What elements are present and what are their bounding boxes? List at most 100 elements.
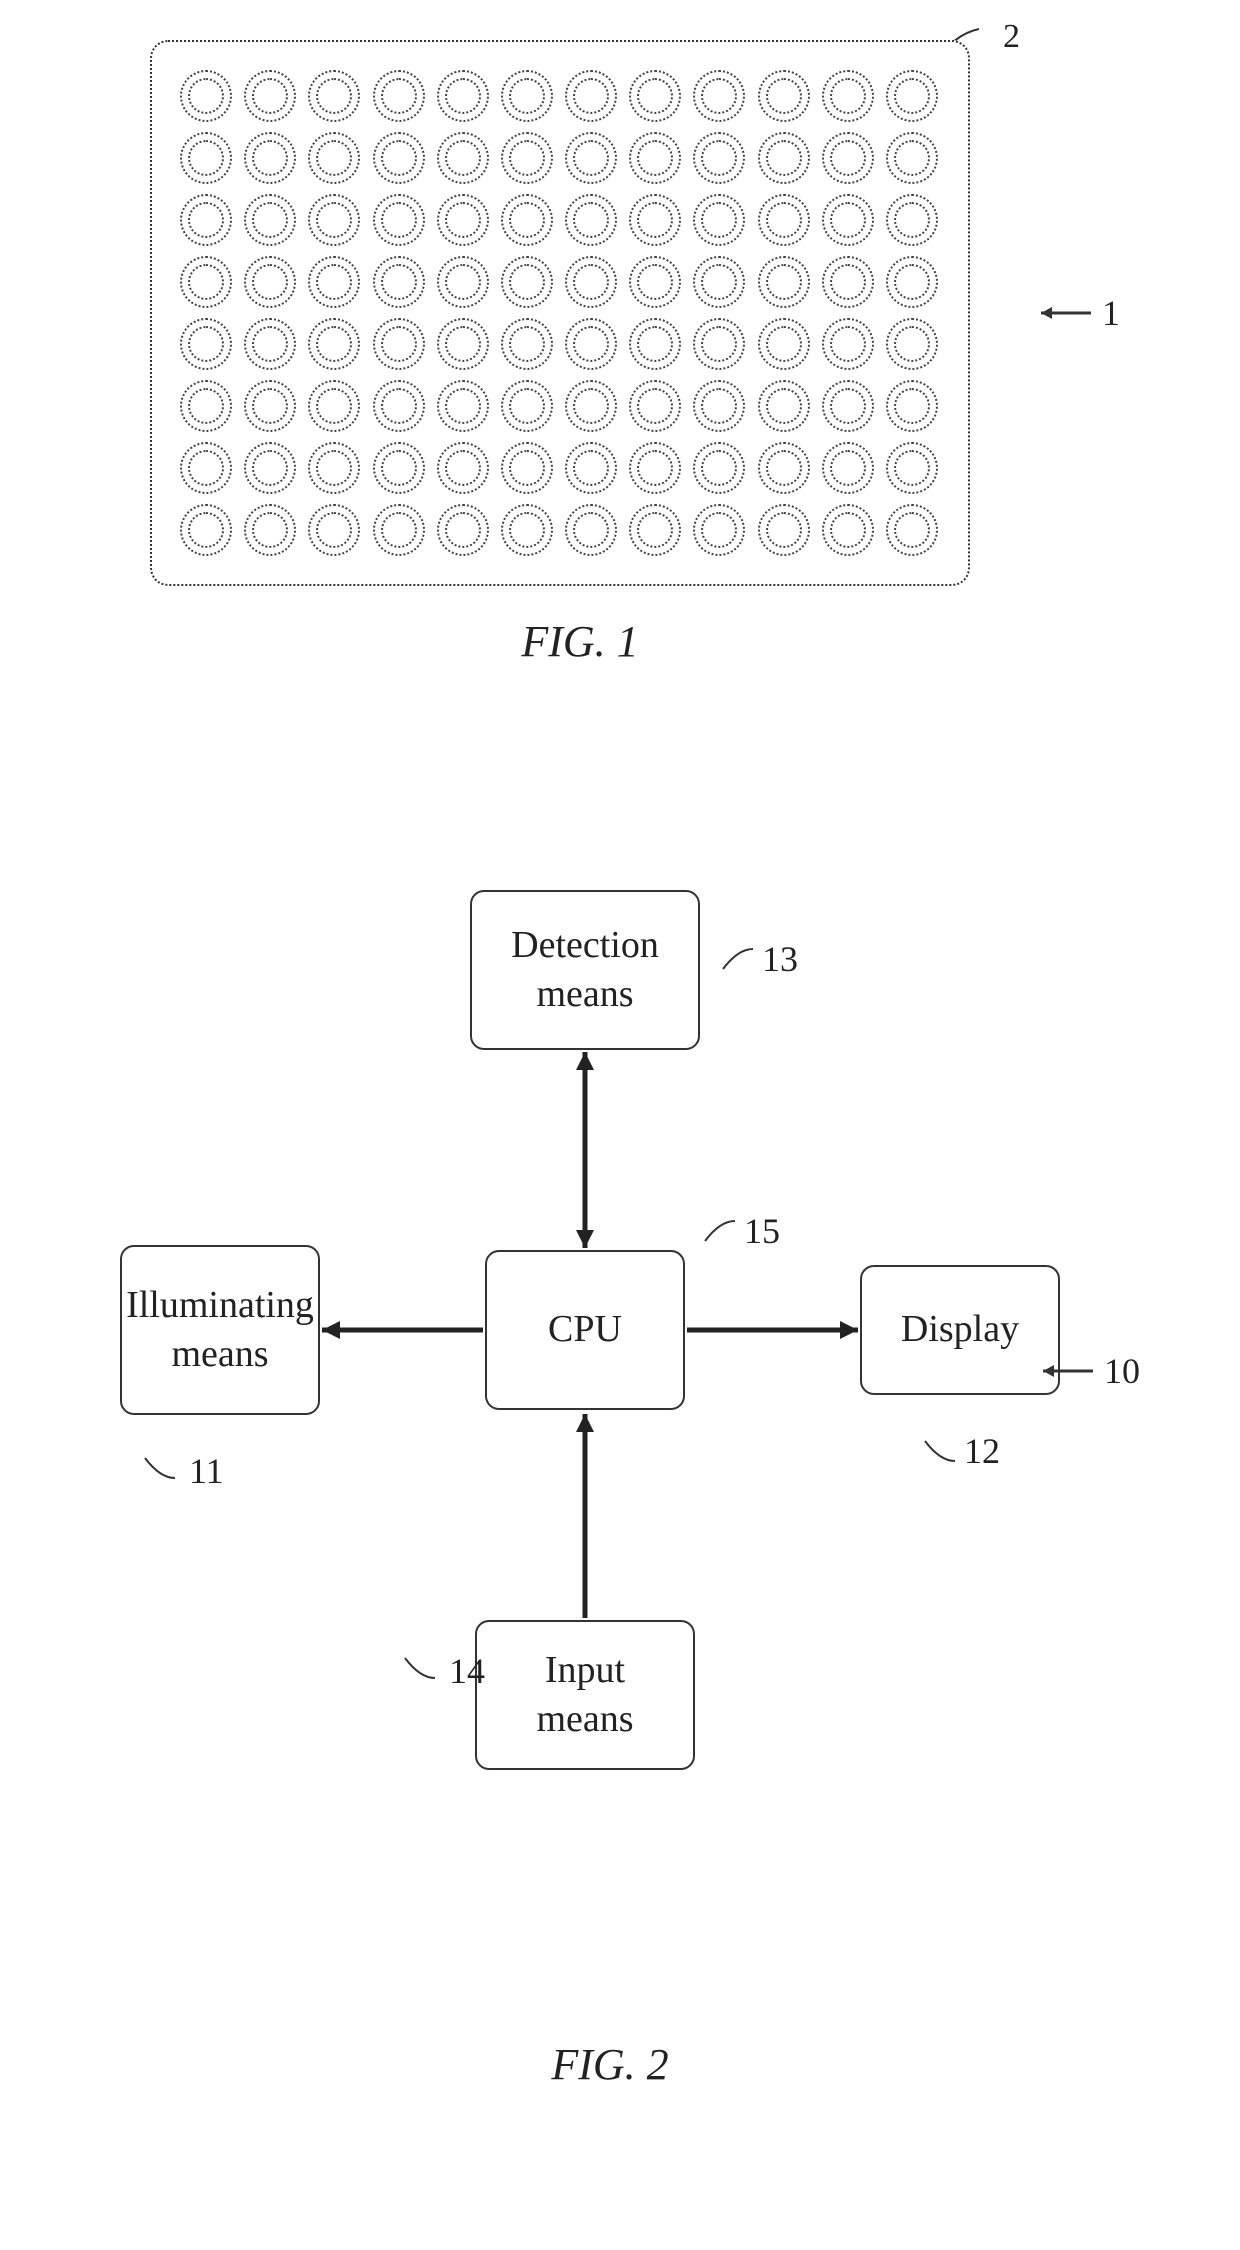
well-41 [501,256,553,308]
well-25 [244,194,296,246]
well-80 [693,442,745,494]
wells-grid [180,70,940,556]
well-65 [501,380,553,432]
well-14 [308,132,360,184]
well-49 [244,318,296,370]
well-11 [886,70,938,122]
well-19 [629,132,681,184]
well-3 [373,70,425,122]
well-82 [822,442,874,494]
well-81 [758,442,810,494]
well-55 [629,318,681,370]
fig1-caption: FIG. 1 [521,616,638,667]
well-6 [565,70,617,122]
well-61 [244,380,296,432]
well-79 [629,442,681,494]
well-53 [501,318,553,370]
ref-label-10: 10 [1104,1350,1140,1392]
box-input: Inputmeans [475,1620,695,1770]
well-62 [308,380,360,432]
well-87 [373,504,425,556]
well-48 [180,318,232,370]
well-24 [180,194,232,246]
well-35 [886,194,938,246]
well-52 [437,318,489,370]
well-47 [886,256,938,308]
box-illuminating: Illuminatingmeans [120,1245,320,1415]
well-4 [437,70,489,122]
ref-15: 15 [700,1210,780,1252]
well-12 [180,132,232,184]
well-68 [693,380,745,432]
well-9 [758,70,810,122]
well-54 [565,318,617,370]
well-73 [244,442,296,494]
well-58 [822,318,874,370]
well-83 [886,442,938,494]
well-56 [693,318,745,370]
well-13 [244,132,296,184]
well-64 [437,380,489,432]
ref-label-1: 1 [1102,292,1120,334]
well-50 [308,318,360,370]
well-59 [886,318,938,370]
well-94 [822,504,874,556]
well-39 [373,256,425,308]
fig1-section: 2 1 FIG. 1 [80,40,1080,667]
well-75 [373,442,425,494]
well-60 [180,380,232,432]
well-1 [244,70,296,122]
well-21 [758,132,810,184]
well-89 [501,504,553,556]
fig2-caption: FIG. 2 [80,2039,1140,2090]
well-16 [437,132,489,184]
well-69 [758,380,810,432]
ref-11: 11 [140,1450,224,1492]
well-92 [693,504,745,556]
well-17 [501,132,553,184]
detection-label: Detectionmeans [511,921,659,1020]
well-32 [693,194,745,246]
well-90 [565,504,617,556]
well-28 [437,194,489,246]
well-46 [822,256,874,308]
box-cpu: CPU [485,1250,685,1410]
well-91 [629,504,681,556]
box-display: Display [860,1265,1060,1395]
input-label: Inputmeans [536,1646,633,1745]
well-86 [308,504,360,556]
well-57 [758,318,810,370]
well-20 [693,132,745,184]
plate-wrapper: 2 1 [150,40,1010,586]
well-45 [758,256,810,308]
well-37 [244,256,296,308]
ref-arrow-1: 1 [1036,292,1120,334]
well-72 [180,442,232,494]
well-74 [308,442,360,494]
well-95 [886,504,938,556]
cpu-label: CPU [548,1305,622,1354]
illuminating-label: Illuminatingmeans [126,1281,314,1380]
well-85 [244,504,296,556]
well-27 [373,194,425,246]
well-66 [565,380,617,432]
well-84 [180,504,232,556]
well-93 [758,504,810,556]
well-29 [501,194,553,246]
well-40 [437,256,489,308]
box-detection: Detectionmeans [470,890,700,1050]
well-15 [373,132,425,184]
well-34 [822,194,874,246]
well-18 [565,132,617,184]
ref-13: 13 [718,938,798,980]
well-63 [373,380,425,432]
ref-10-arrow: 10 [1038,1350,1140,1392]
well-36 [180,256,232,308]
well-31 [629,194,681,246]
well-7 [629,70,681,122]
well-70 [822,380,874,432]
ref-12: 12 [920,1430,1000,1472]
well-26 [308,194,360,246]
display-label: Display [901,1305,1019,1354]
well-0 [180,70,232,122]
